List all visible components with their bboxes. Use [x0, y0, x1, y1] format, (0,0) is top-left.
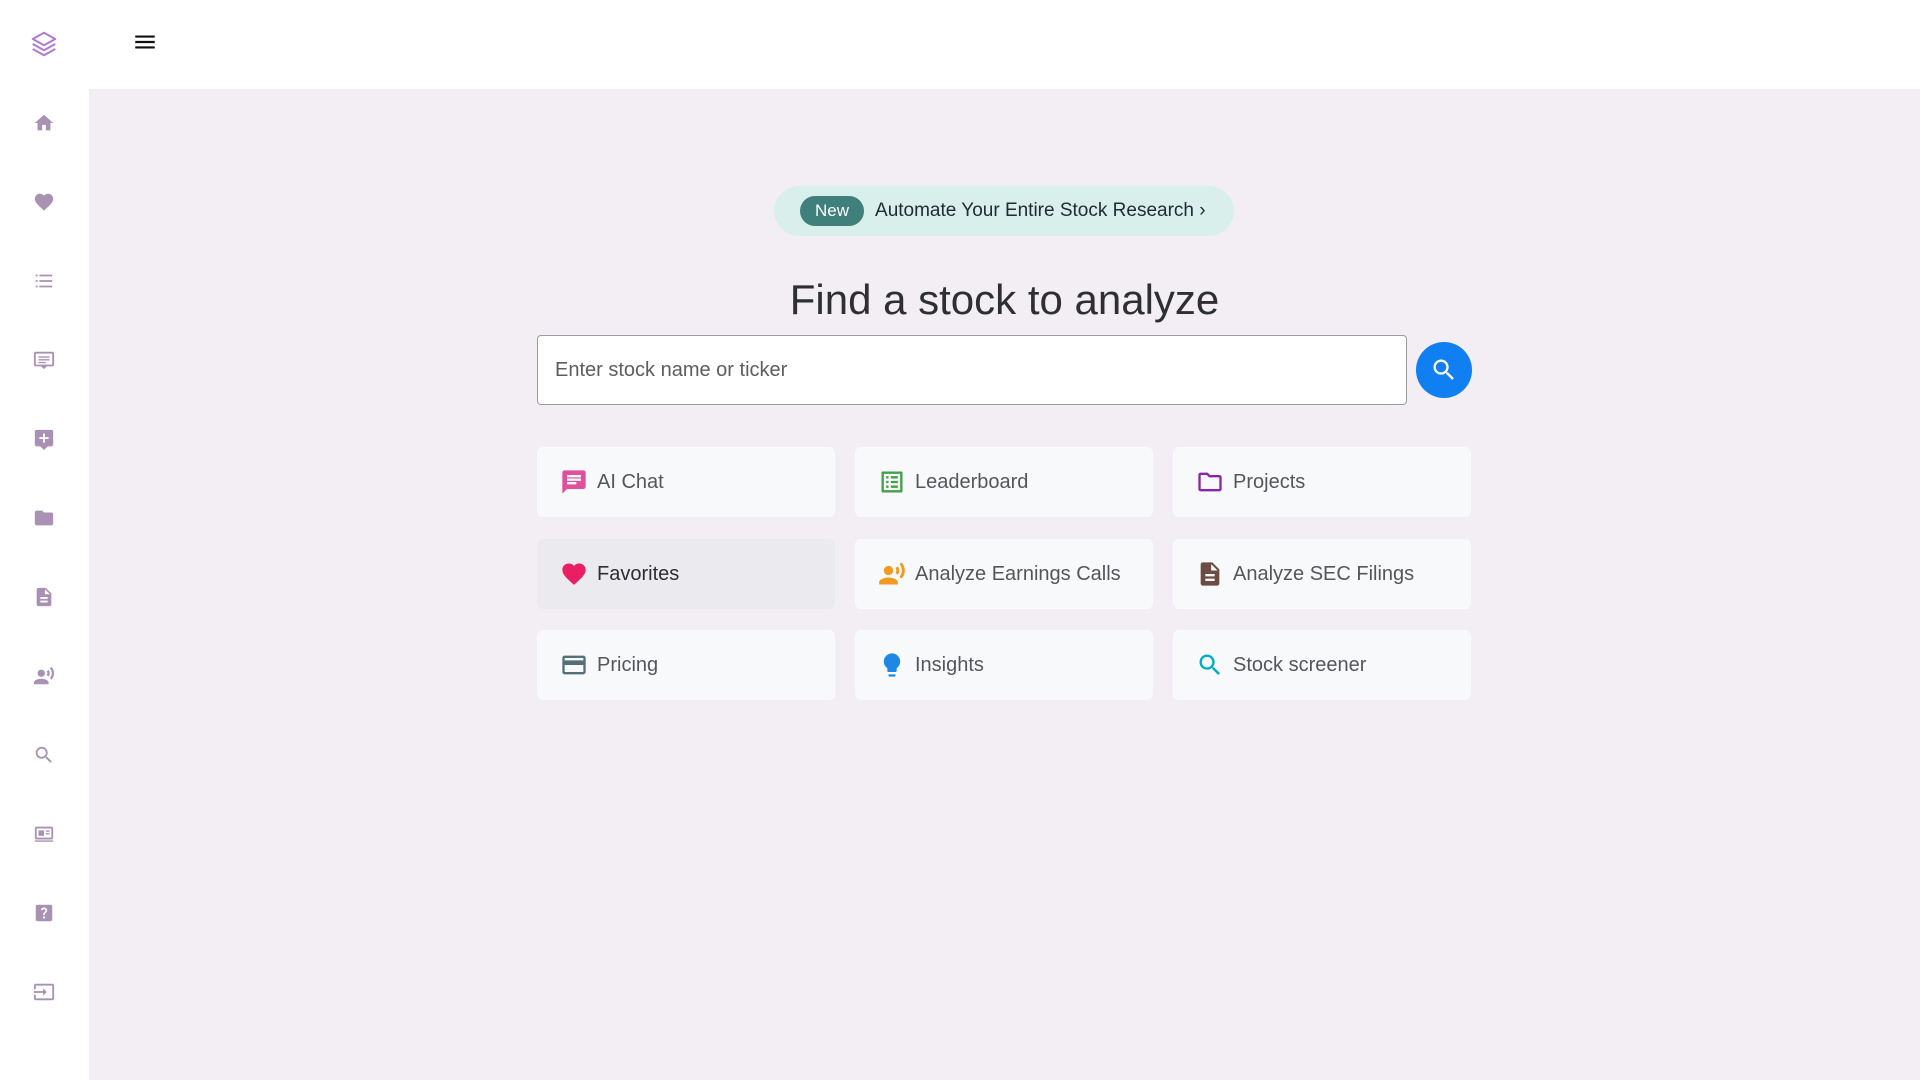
sidebar-item-filings[interactable] [24, 577, 64, 617]
lightbulb-icon [877, 650, 907, 680]
tile-label: Favorites [597, 562, 680, 585]
sidebar [0, 0, 89, 1080]
add-comment-icon [34, 429, 54, 450]
promo-text: Automate Your Entire Stock Research › [875, 200, 1206, 221]
sidebar-item-chat[interactable] [24, 340, 64, 380]
promo-banner[interactable]: New Automate Your Entire Stock Research … [774, 186, 1234, 236]
home-icon [34, 114, 54, 131]
sidebar-item-login[interactable] [24, 972, 64, 1012]
tile-label: Insights [915, 653, 984, 676]
logo-icon[interactable] [26, 26, 62, 62]
tile-pricing[interactable]: Pricing [537, 630, 835, 700]
heart-icon [559, 559, 589, 589]
page-title: Find a stock to analyze [789, 276, 1220, 323]
sidebar-item-new-chat[interactable] [24, 419, 64, 459]
list-alt-icon [877, 467, 907, 497]
news-icon [34, 826, 54, 842]
menu-button[interactable] [127, 24, 163, 60]
help-icon [35, 904, 53, 922]
sidebar-item-help[interactable] [24, 893, 64, 933]
document-icon [1195, 559, 1225, 589]
tile-analyze-sec-filings[interactable]: Analyze SEC Filings [1173, 539, 1471, 609]
tile-leaderboard[interactable]: Leaderboard [855, 447, 1153, 517]
tile-label: Stock screener [1233, 653, 1367, 676]
document-icon [36, 587, 52, 607]
login-icon [33, 983, 55, 1001]
tile-projects[interactable]: Projects [1173, 447, 1471, 517]
folder-outline-icon [1195, 467, 1225, 497]
hamburger-menu-icon [135, 35, 155, 49]
voice-icon [877, 559, 907, 589]
sidebar-item-list[interactable] [24, 261, 64, 301]
heart-icon [34, 193, 54, 211]
sidebar-item-home[interactable] [24, 103, 64, 143]
chat-icon [559, 467, 589, 497]
main-content: New Automate Your Entire Stock Research … [89, 89, 1920, 1080]
tile-label: Projects [1233, 470, 1306, 493]
voice-icon [33, 666, 55, 685]
search-icon [35, 746, 52, 763]
tile-ai-chat[interactable]: AI Chat [537, 447, 835, 517]
tile-insights[interactable]: Insights [855, 630, 1153, 700]
tile-label: Leaderboard [915, 470, 1029, 493]
sidebar-item-favorites[interactable] [24, 182, 64, 222]
sidebar-item-news[interactable] [24, 814, 64, 854]
tile-label: Analyze Earnings Calls [915, 562, 1121, 585]
tile-analyze-earnings-calls[interactable]: Analyze Earnings Calls [855, 539, 1153, 609]
top-bar [89, 0, 1920, 89]
tile-label: Pricing [597, 653, 659, 676]
tile-label: AI Chat [597, 470, 664, 493]
tile-label: Analyze SEC Filings [1233, 562, 1415, 585]
chat-icon [33, 351, 55, 370]
sidebar-item-projects[interactable] [24, 498, 64, 538]
folder-icon [34, 510, 54, 526]
stock-search-input[interactable] [537, 335, 1407, 405]
sidebar-item-search[interactable] [24, 735, 64, 775]
tile-stock-screener[interactable]: Stock screener [1173, 630, 1471, 700]
search-button[interactable] [1416, 342, 1472, 398]
new-badge: New [800, 196, 865, 226]
tile-favorites[interactable]: Favorites [537, 539, 835, 609]
sidebar-item-earnings[interactable] [24, 656, 64, 696]
list-icon [35, 274, 53, 288]
credit-card-icon [559, 650, 589, 680]
search-icon [1433, 359, 1454, 380]
search-icon [1195, 650, 1225, 680]
